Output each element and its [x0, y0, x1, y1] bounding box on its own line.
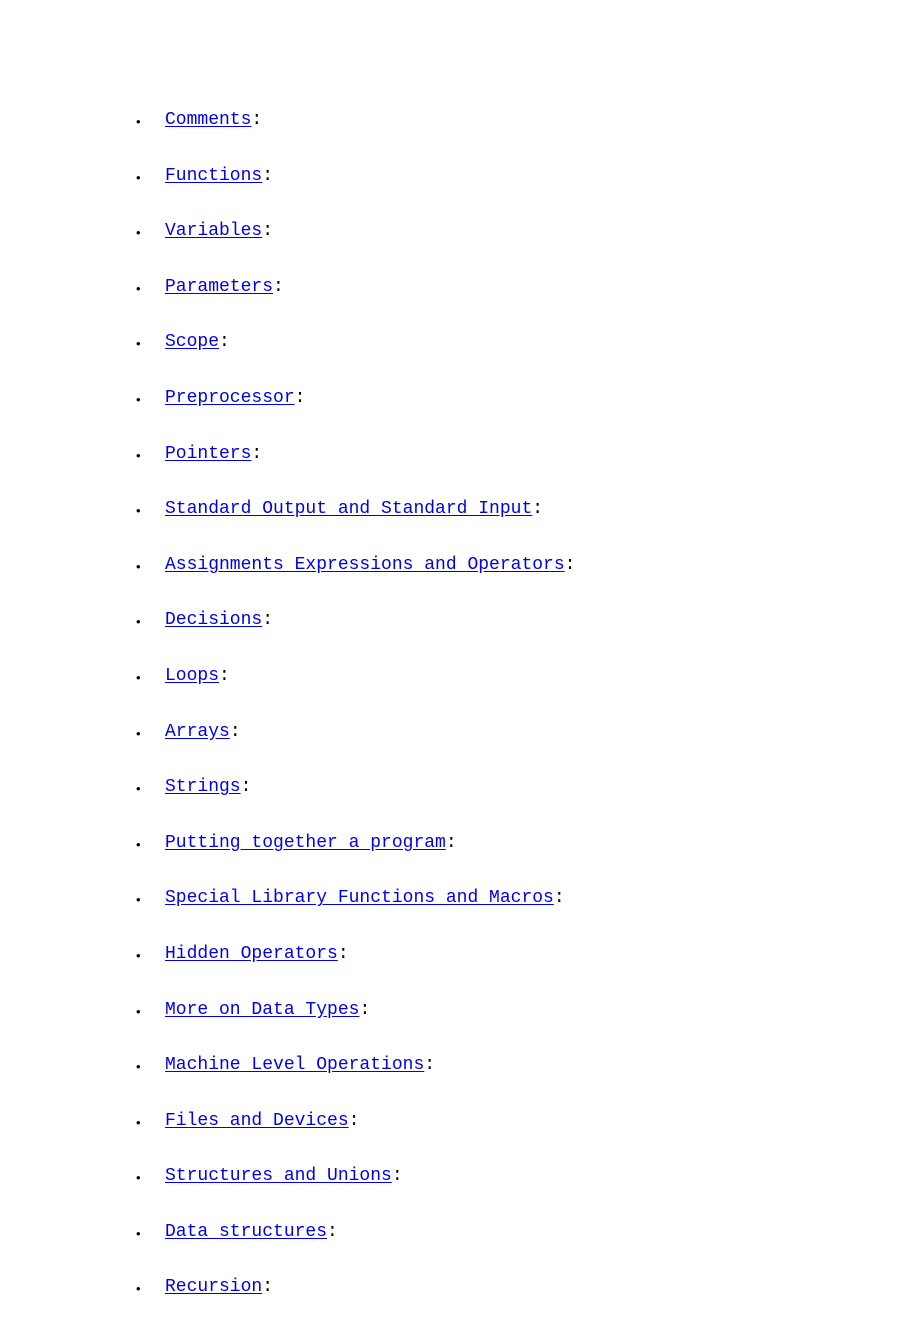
list-item: Comments:: [165, 110, 920, 132]
colon: :: [338, 944, 349, 964]
colon: :: [262, 166, 273, 186]
list-item: Data structures:: [165, 1222, 920, 1244]
list-item: Parameters:: [165, 277, 920, 299]
toc-link[interactable]: Assignments Expressions and Operators: [165, 555, 565, 575]
list-item: Hidden Operators:: [165, 944, 920, 966]
toc-link[interactable]: Comments: [165, 110, 251, 130]
colon: :: [262, 221, 273, 241]
list-item: Standard Output and Standard Input:: [165, 499, 920, 521]
toc-link[interactable]: Structures and Unions: [165, 1166, 392, 1186]
colon: :: [241, 777, 252, 797]
list-item: Putting together a program:: [165, 833, 920, 855]
list-item: Functions:: [165, 166, 920, 188]
list-item: Assignments Expressions and Operators:: [165, 555, 920, 577]
list-item: Strings:: [165, 777, 920, 799]
toc-link[interactable]: Putting together a program: [165, 833, 446, 853]
list-item: Variables:: [165, 221, 920, 243]
colon: :: [327, 1222, 338, 1242]
colon: :: [230, 722, 241, 742]
toc-list: Comments: Functions: Variables: Paramete…: [0, 110, 920, 1299]
toc-link[interactable]: Recursion: [165, 1277, 262, 1297]
toc-link[interactable]: Scope: [165, 332, 219, 352]
list-item: Machine Level Operations:: [165, 1055, 920, 1077]
toc-link[interactable]: Machine Level Operations: [165, 1055, 424, 1075]
toc-link[interactable]: Arrays: [165, 722, 230, 742]
colon: :: [532, 499, 543, 519]
toc-link[interactable]: Functions: [165, 166, 262, 186]
colon: :: [273, 277, 284, 297]
toc-link[interactable]: Loops: [165, 666, 219, 686]
colon: :: [251, 444, 262, 464]
colon: :: [219, 666, 230, 686]
colon: :: [262, 1277, 273, 1297]
list-item: Scope:: [165, 332, 920, 354]
list-item: Pointers:: [165, 444, 920, 466]
colon: :: [554, 888, 565, 908]
toc-link[interactable]: Strings: [165, 777, 241, 797]
list-item: Preprocessor:: [165, 388, 920, 410]
list-item: Recursion:: [165, 1277, 920, 1299]
colon: :: [251, 110, 262, 130]
toc-link[interactable]: Files and Devices: [165, 1111, 349, 1131]
list-item: Structures and Unions:: [165, 1166, 920, 1188]
list-item: Special Library Functions and Macros:: [165, 888, 920, 910]
list-item: Files and Devices:: [165, 1111, 920, 1133]
list-item: More on Data Types:: [165, 1000, 920, 1022]
toc-link[interactable]: More on Data Types: [165, 1000, 359, 1020]
toc-link[interactable]: Variables: [165, 221, 262, 241]
colon: :: [219, 332, 230, 352]
toc-link[interactable]: Preprocessor: [165, 388, 295, 408]
colon: :: [392, 1166, 403, 1186]
toc-link[interactable]: Data structures: [165, 1222, 327, 1242]
colon: :: [424, 1055, 435, 1075]
toc-link[interactable]: Standard Output and Standard Input: [165, 499, 532, 519]
toc-link[interactable]: Parameters: [165, 277, 273, 297]
toc-link[interactable]: Decisions: [165, 610, 262, 630]
list-item: Decisions:: [165, 610, 920, 632]
colon: :: [262, 610, 273, 630]
list-item: Loops:: [165, 666, 920, 688]
toc-link[interactable]: Pointers: [165, 444, 251, 464]
toc-link[interactable]: Hidden Operators: [165, 944, 338, 964]
colon: :: [446, 833, 457, 853]
colon: :: [565, 555, 576, 575]
colon: :: [295, 388, 306, 408]
colon: :: [359, 1000, 370, 1020]
list-item: Arrays:: [165, 722, 920, 744]
toc-link[interactable]: Special Library Functions and Macros: [165, 888, 554, 908]
colon: :: [349, 1111, 360, 1131]
